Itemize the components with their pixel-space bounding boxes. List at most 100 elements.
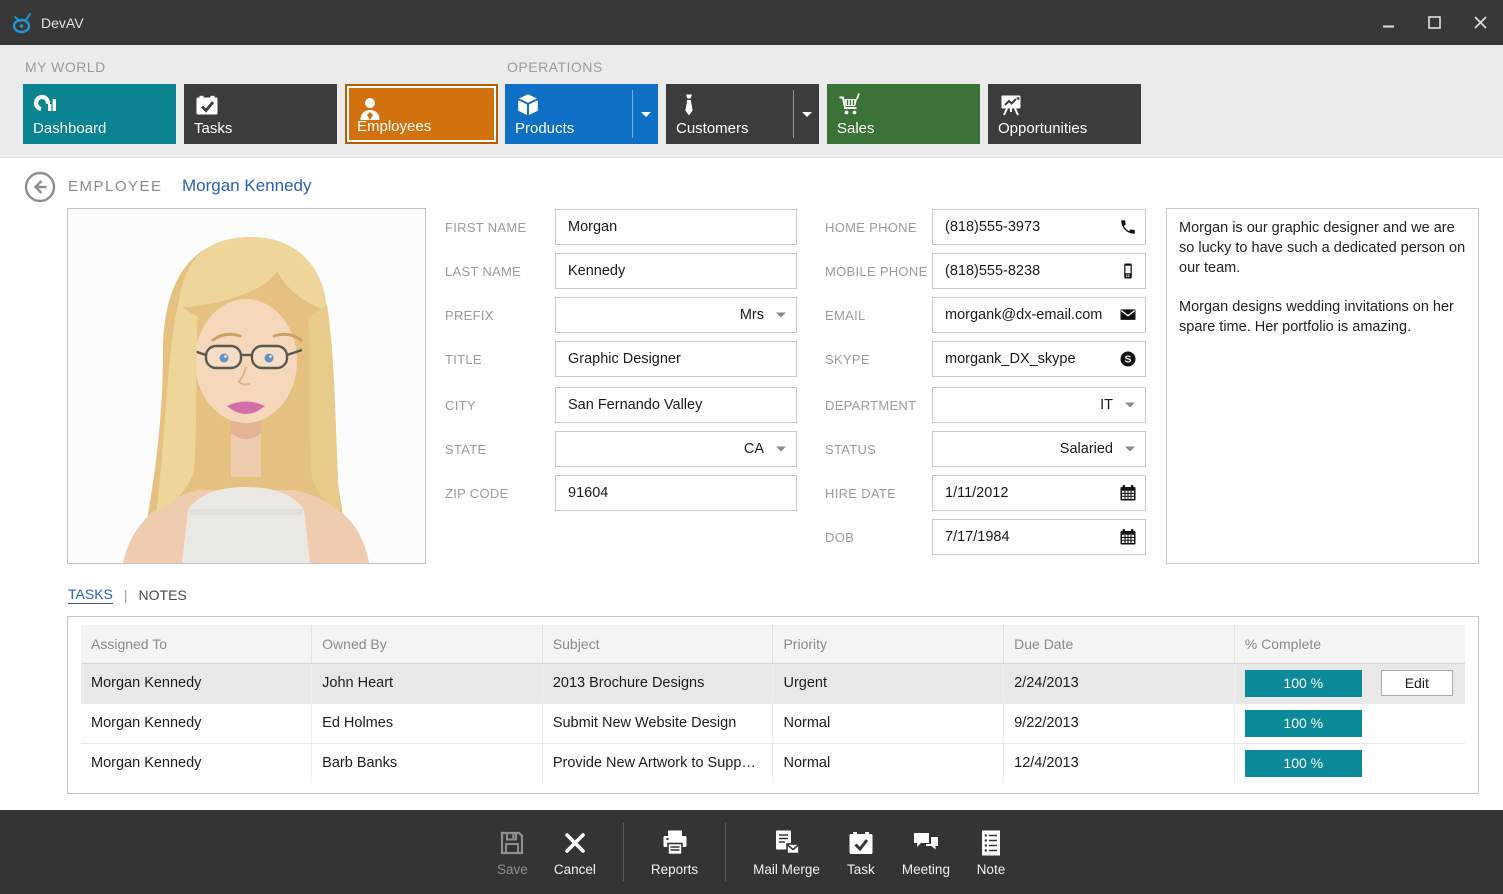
column-header-assigned-to[interactable]: Assigned To — [81, 625, 312, 663]
last-name-label: LAST NAME — [445, 264, 555, 279]
toolbar-separator — [725, 823, 726, 881]
phone-icon — [1119, 218, 1137, 236]
dashboard-icon — [33, 92, 59, 118]
status-label: STATUS — [825, 442, 932, 457]
table-row[interactable]: Morgan Kennedy Barb Banks Provide New Ar… — [81, 743, 1465, 783]
dob-field[interactable]: 7/17/1984 — [932, 519, 1146, 555]
table-row[interactable]: Morgan Kennedy John Heart 2013 Brochure … — [81, 663, 1465, 703]
chevron-down-icon — [641, 112, 651, 117]
column-header-percent-complete[interactable]: % Complete — [1234, 625, 1465, 663]
devav-logo-icon — [10, 11, 34, 35]
calendar-icon — [1119, 528, 1137, 546]
skype-field[interactable]: morgank_DX_skype S — [932, 341, 1146, 377]
edit-button[interactable]: Edit — [1381, 670, 1453, 696]
employee-notes-panel[interactable]: Morgan is our graphic designer and we ar… — [1166, 208, 1479, 564]
title-field[interactable]: Graphic Designer — [555, 341, 797, 377]
tasks-grid-panel: Assigned To Owned By Subject Priority Du… — [67, 616, 1479, 794]
close-icon — [1474, 16, 1487, 29]
status-dropdown[interactable]: Salaried — [932, 431, 1146, 467]
title-bar: DevAV — [0, 0, 1503, 45]
column-header-owned-by[interactable]: Owned By — [312, 625, 543, 663]
sales-icon — [837, 92, 863, 118]
mobile-phone-icon — [1119, 262, 1137, 280]
zip-code-label: ZIP CODE — [445, 486, 555, 501]
tab-tasks[interactable]: TASKS — [68, 586, 113, 604]
progress-badge: 100 % — [1245, 710, 1362, 737]
dob-label: DOB — [825, 530, 932, 545]
notes-paragraph: Morgan is our graphic designer and we ar… — [1179, 218, 1466, 278]
ribbon-button-opportunities[interactable]: Opportunities — [988, 84, 1141, 144]
ribbon-button-sales[interactable]: Sales — [827, 84, 980, 144]
state-dropdown[interactable]: CA — [555, 431, 797, 467]
first-name-field[interactable]: Morgan — [555, 209, 797, 245]
column-header-priority[interactable]: Priority — [773, 625, 1004, 663]
maximize-icon — [1428, 16, 1441, 29]
meeting-chat-icon — [911, 828, 941, 858]
column-header-subject[interactable]: Subject — [542, 625, 773, 663]
home-phone-field[interactable]: (818)555-3973 — [932, 209, 1146, 245]
save-icon — [497, 828, 527, 858]
entity-label: EMPLOYEE — [68, 178, 163, 195]
prefix-label: PREFIX — [445, 308, 555, 323]
save-button[interactable]: Save — [484, 828, 541, 877]
employee-photo — [67, 208, 426, 564]
ribbon-button-employees[interactable]: Employees — [345, 84, 498, 144]
mobile-phone-label: MOBILE PHONE — [825, 264, 932, 279]
city-field[interactable]: San Fernando Valley — [555, 387, 797, 423]
mail-merge-button[interactable]: Mail Merge — [740, 828, 833, 877]
svg-text:S: S — [1125, 355, 1132, 366]
opportunities-icon — [998, 92, 1024, 118]
reports-printer-icon — [660, 828, 690, 858]
cancel-icon — [560, 828, 590, 858]
reports-button[interactable]: Reports — [638, 828, 711, 877]
email-label: EMAIL — [825, 308, 932, 323]
email-field[interactable]: morgank@dx-email.com — [932, 297, 1146, 333]
column-header-due-date[interactable]: Due Date — [1004, 625, 1235, 663]
employee-detail-view: EMPLOYEE Morgan Kennedy — [0, 159, 1503, 810]
task-button[interactable]: Task — [833, 828, 889, 877]
skype-label: SKYPE — [825, 352, 932, 367]
minimize-icon — [1382, 16, 1395, 29]
tab-notes[interactable]: NOTES — [139, 587, 187, 603]
prefix-dropdown[interactable]: Mrs — [555, 297, 797, 333]
cancel-button[interactable]: Cancel — [541, 828, 609, 877]
meeting-button[interactable]: Meeting — [889, 828, 963, 877]
ribbon-group-my-world: MY WORLD Dashboard Tasks — [23, 45, 498, 144]
ribbon-button-products[interactable]: Products — [505, 84, 658, 144]
products-dropdown-arrow[interactable] — [632, 90, 658, 138]
progress-badge: 100 % — [1245, 750, 1362, 777]
mail-merge-icon — [772, 828, 802, 858]
home-phone-label: HOME PHONE — [825, 220, 932, 235]
toolbar-separator — [623, 823, 624, 881]
city-label: CITY — [445, 398, 555, 413]
ribbon-button-customers[interactable]: Customers — [666, 84, 819, 144]
minimize-button[interactable] — [1365, 0, 1411, 45]
last-name-field[interactable]: Kennedy — [555, 253, 797, 289]
ribbon-button-dashboard[interactable]: Dashboard — [23, 84, 176, 144]
notes-paragraph: Morgan designs wedding invitations on he… — [1179, 297, 1466, 337]
zip-code-field[interactable]: 91604 — [555, 475, 797, 511]
ribbon-button-tasks[interactable]: Tasks — [184, 84, 337, 144]
maximize-button[interactable] — [1411, 0, 1457, 45]
chevron-down-icon — [776, 447, 786, 452]
chevron-down-icon — [802, 112, 812, 117]
form-column-left: FIRST NAME Morgan LAST NAME Kennedy PREF… — [445, 209, 797, 519]
ribbon-group-label: OPERATIONS — [507, 59, 1141, 75]
task-calendar-icon — [846, 828, 876, 858]
close-button[interactable] — [1457, 0, 1503, 45]
tab-separator: | — [124, 587, 128, 603]
department-dropdown[interactable]: IT — [932, 387, 1146, 423]
email-icon — [1119, 306, 1137, 324]
note-button[interactable]: Note — [963, 828, 1019, 877]
detail-tabs: TASKS | NOTES — [68, 586, 187, 604]
hire-date-field[interactable]: 1/11/2012 — [932, 475, 1146, 511]
first-name-label: FIRST NAME — [445, 220, 555, 235]
table-row[interactable]: Morgan Kennedy Ed Holmes Submit New Webs… — [81, 703, 1465, 743]
skype-icon: S — [1119, 350, 1137, 368]
mobile-phone-field[interactable]: (818)555-8238 — [932, 253, 1146, 289]
note-icon — [976, 828, 1006, 858]
chevron-down-icon — [1125, 447, 1135, 452]
customers-dropdown-arrow[interactable] — [793, 90, 819, 138]
back-button[interactable] — [24, 171, 56, 203]
tasks-icon — [194, 92, 220, 118]
